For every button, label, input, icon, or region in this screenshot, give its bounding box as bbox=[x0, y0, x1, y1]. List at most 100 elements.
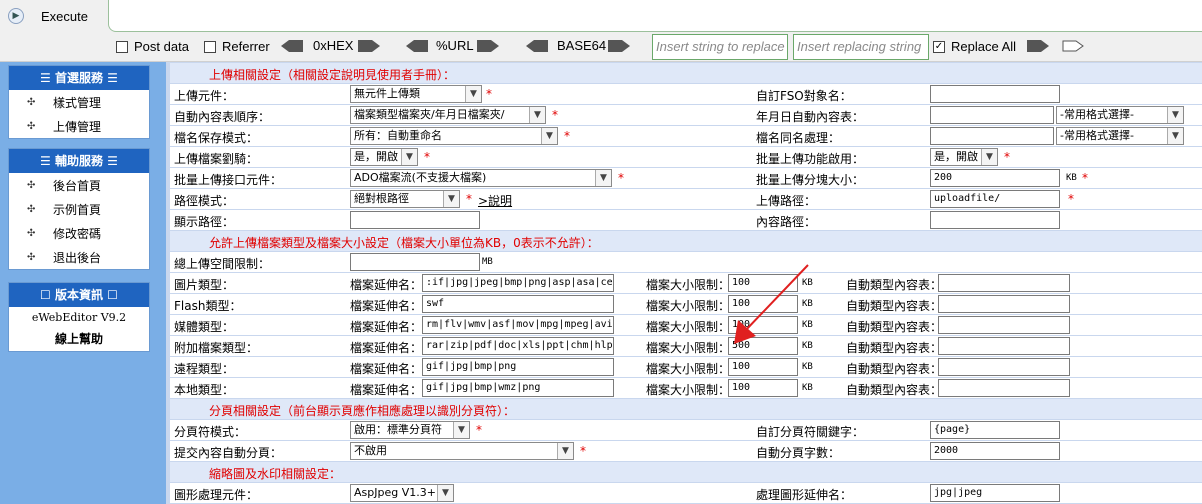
sidebar-item-style-manage[interactable]: ✣ 樣式管理 bbox=[9, 90, 149, 114]
execute-button[interactable]: Execute bbox=[41, 9, 88, 24]
content-path-input[interactable] bbox=[930, 211, 1060, 229]
required-marker: * bbox=[1082, 171, 1088, 185]
image-size-input[interactable]: 100 bbox=[728, 274, 798, 292]
referrer-checkbox[interactable]: Referrer bbox=[204, 39, 270, 54]
sidebar-item-change-password[interactable]: ✣ 修改密碼 bbox=[9, 221, 149, 245]
replace-arrow-icon[interactable] bbox=[1027, 40, 1049, 52]
attachment-ext-input[interactable]: rar|zip|pdf|doc|xls|ppt|chm|hlp bbox=[422, 337, 614, 355]
upload-check-select[interactable]: 是，開啟 ▼ bbox=[350, 148, 418, 166]
custom-fso-input[interactable] bbox=[930, 85, 1060, 103]
flash-size-input[interactable]: 100 bbox=[728, 295, 798, 313]
field-label: 顯示路徑： bbox=[174, 215, 235, 229]
url-encode-arrow-icon[interactable] bbox=[477, 40, 499, 52]
upload-component-select[interactable]: 無元件上傳類 ▼ bbox=[350, 85, 482, 103]
media-ext-input[interactable]: rm|flv|wmv|asf|mov|mpg|mpeg|avi bbox=[422, 316, 614, 334]
local-size-input[interactable]: 100 bbox=[728, 379, 798, 397]
remote-size-input[interactable]: 100 bbox=[728, 358, 798, 376]
section-header-text: 允許上傳檔案類型及檔案大小設定（檔案大小單位為KB，0表示不允許）： bbox=[209, 236, 599, 250]
field-label: 總上傳空間限制： bbox=[174, 257, 271, 271]
execute-icon[interactable]: ▶ bbox=[8, 8, 24, 24]
sidebar-item-logout[interactable]: ✣ 退出後台 bbox=[9, 245, 149, 269]
image-auto-dir-input[interactable] bbox=[938, 274, 1070, 292]
hex-decode-arrow-icon[interactable] bbox=[281, 40, 303, 52]
page-mode-select[interactable]: 啟用：標準分頁符 ▼ bbox=[350, 421, 470, 439]
same-name-input[interactable] bbox=[930, 127, 1054, 145]
filename-mode-select[interactable]: 所有：自動重命名 ▼ bbox=[350, 127, 558, 145]
unit-label: KB bbox=[802, 341, 813, 351]
auto-dir-order-select[interactable]: 檔案類型檔案夾/年月日檔案夾/ ▼ bbox=[350, 106, 546, 124]
field-label: 自動類型內容表： bbox=[846, 320, 943, 334]
sidebar-item-example-home[interactable]: ✣ 示例首頁 bbox=[9, 197, 149, 221]
online-help-link[interactable]: 線上幫助 bbox=[9, 329, 149, 351]
auto-page-chars-input[interactable]: 2000 bbox=[930, 442, 1060, 460]
remote-auto-dir-input[interactable] bbox=[938, 358, 1070, 376]
local-auto-dir-input[interactable] bbox=[938, 379, 1070, 397]
sidebar-item-admin-home[interactable]: ✣ 後台首頁 bbox=[9, 173, 149, 197]
section-title: 版本資訊 bbox=[54, 288, 103, 302]
field-label: 附加檔案類型： bbox=[174, 341, 259, 355]
select-value: 啟用：標準分頁符 bbox=[354, 423, 442, 436]
remote-ext-input[interactable]: gif|jpg|bmp|png bbox=[422, 358, 614, 376]
upload-path-input[interactable]: uploadfile/ bbox=[930, 190, 1060, 208]
replace-all-label: Replace All bbox=[951, 39, 1017, 54]
batch-interface-select[interactable]: ADO檔案流(不支援大檔案) ▼ bbox=[350, 169, 612, 187]
field-label: 上傳路徑： bbox=[756, 194, 817, 208]
flash-ext-input[interactable]: swf bbox=[422, 295, 614, 313]
batch-chunk-input[interactable]: 200 bbox=[930, 169, 1060, 187]
field-label: 檔案延伸名： bbox=[350, 299, 423, 313]
required-marker: * bbox=[476, 423, 482, 437]
select-value: 不啟用 bbox=[354, 444, 387, 457]
post-data-checkbox[interactable]: Post data bbox=[116, 39, 189, 54]
page: ▶ Execute Post data Referrer 0xHEX %URL … bbox=[0, 0, 1202, 504]
sidebar-item-label: 示例首頁 bbox=[53, 202, 102, 217]
bullet-icon: ✣ bbox=[27, 227, 36, 239]
section-header-text: 上傳相關設定（相關設定說明見使用者手冊）： bbox=[209, 68, 456, 82]
sidebar-item-upload-manage[interactable]: ✣ 上傳管理 bbox=[9, 114, 149, 138]
local-ext-input[interactable]: gif|jpg|bmp|wmz|png bbox=[422, 379, 614, 397]
field-label: 批量上傳分塊大小： bbox=[756, 173, 865, 187]
path-help-link[interactable]: >說明 bbox=[478, 192, 512, 209]
flash-auto-dir-input[interactable] bbox=[938, 295, 1070, 313]
field-label: Flash類型： bbox=[174, 299, 242, 313]
image-ext-input[interactable]: :if|jpg|jpeg|bmp|png|asp|asa|cer bbox=[422, 274, 614, 292]
batch-enable-select[interactable]: 是，開啟 ▼ bbox=[930, 148, 998, 166]
unit-label: KB bbox=[802, 383, 813, 393]
page-keyword-input[interactable]: {page} bbox=[930, 421, 1060, 439]
field-label: 自動類型內容表： bbox=[846, 341, 943, 355]
form-row: 總上傳空間限制： MB bbox=[170, 252, 1202, 272]
total-space-input[interactable] bbox=[350, 253, 480, 271]
chevron-down-icon: ▼ bbox=[1167, 107, 1183, 123]
file-type-row: 遠程類型： 檔案延伸名： gif|jpg|bmp|png 檔案大小限制： 100… bbox=[170, 357, 1202, 377]
replacing-string-input[interactable]: Insert replacing string bbox=[793, 34, 929, 60]
checkbox-checked-icon[interactable]: ✓ bbox=[933, 40, 945, 53]
path-mode-select[interactable]: 絕對根路徑 ▼ bbox=[350, 190, 460, 208]
url-decode-arrow-icon[interactable] bbox=[406, 40, 428, 52]
ymd-auto-dir-input[interactable] bbox=[930, 106, 1054, 124]
sidebar-item-label: 上傳管理 bbox=[53, 119, 102, 134]
sidebar-item-label: 後台首頁 bbox=[53, 178, 102, 193]
checkbox-icon[interactable] bbox=[116, 40, 128, 53]
image-component-select[interactable]: AspJpeg V1.3+ ▼ bbox=[350, 484, 454, 502]
checkbox-icon[interactable] bbox=[204, 40, 216, 53]
common-format-select-1[interactable]: -常用格式選擇- ▼ bbox=[1056, 106, 1184, 124]
insert-string-input[interactable]: Insert string to replace bbox=[652, 34, 788, 60]
file-type-row: 媒體類型： 檔案延伸名： rm|flv|wmv|asf|mov|mpg|mpeg… bbox=[170, 315, 1202, 335]
referrer-label: Referrer bbox=[222, 39, 270, 54]
common-format-select-2[interactable]: -常用格式選擇- ▼ bbox=[1056, 127, 1184, 145]
display-path-input[interactable] bbox=[350, 211, 480, 229]
select-value: 所有：自動重命名 bbox=[354, 129, 442, 142]
url-textarea[interactable] bbox=[108, 0, 1202, 32]
base64-decode-arrow-icon[interactable] bbox=[526, 40, 548, 52]
auto-page-select[interactable]: 不啟用 ▼ bbox=[350, 442, 574, 460]
media-auto-dir-input[interactable] bbox=[938, 316, 1070, 334]
replace-outline-arrow-icon[interactable] bbox=[1062, 40, 1084, 52]
media-size-input[interactable]: 100 bbox=[728, 316, 798, 334]
section-title: 首選服務 bbox=[54, 71, 103, 85]
attachment-auto-dir-input[interactable] bbox=[938, 337, 1070, 355]
base64-encode-arrow-icon[interactable] bbox=[608, 40, 630, 52]
hex-encode-arrow-icon[interactable] bbox=[358, 40, 380, 52]
select-value: -常用格式選擇- bbox=[1060, 108, 1134, 121]
image-process-ext-input[interactable]: jpg|jpeg bbox=[930, 484, 1060, 502]
attachment-size-input[interactable]: 500 bbox=[728, 337, 798, 355]
replace-all-checkbox[interactable]: ✓ Replace All bbox=[933, 39, 1016, 54]
